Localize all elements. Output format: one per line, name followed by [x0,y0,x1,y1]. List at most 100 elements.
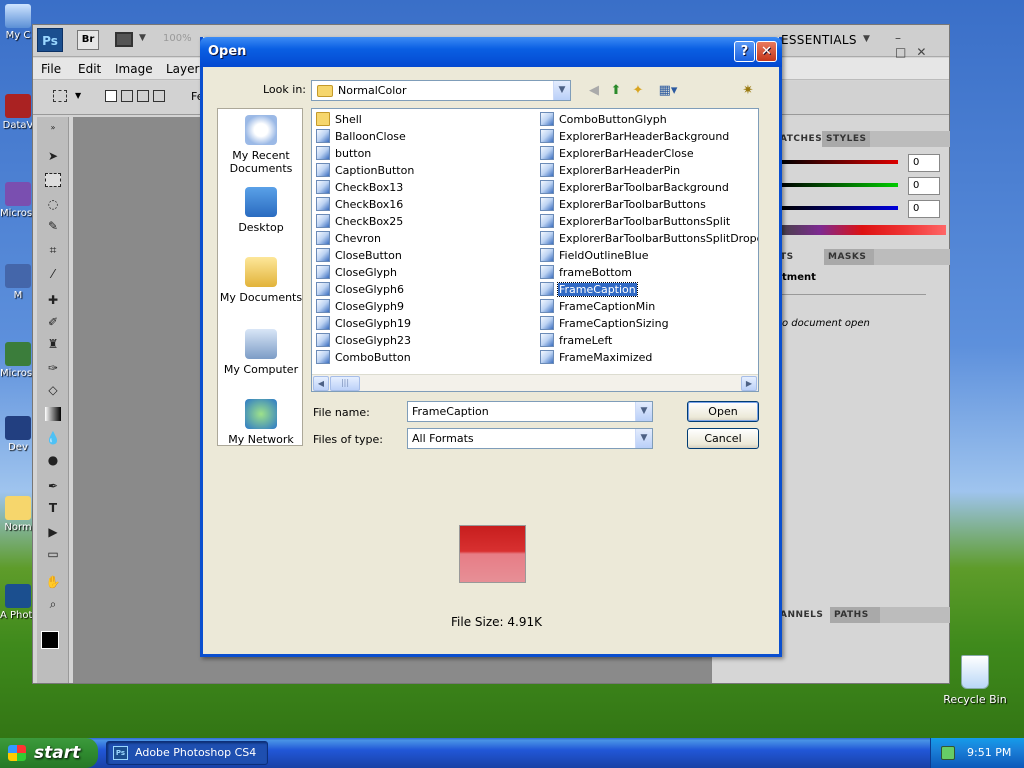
panel-menu-icon[interactable] [874,249,950,265]
file-item[interactable]: CheckBox13 [314,179,415,196]
desktop-icon-m[interactable]: M [0,262,36,322]
tray-icon[interactable] [941,746,955,760]
desktop-icon-norm[interactable]: Norm [0,494,36,554]
place-my-recent-documents[interactable]: My Recent Documents [218,115,304,175]
adobe-dialog-icon[interactable]: ✷ [739,82,757,100]
place-my-computer[interactable]: My Computer [218,329,304,376]
file-item[interactable]: ComboButton [314,349,415,366]
place-desktop[interactable]: Desktop [218,187,304,234]
file-item[interactable]: Shell [314,111,415,128]
panel-menu-icon[interactable] [870,131,950,147]
tab-paths[interactable]: PATHS [830,607,880,623]
stamp-tool-icon[interactable]: ♜ [45,337,61,351]
horizontal-scrollbar[interactable]: ◀ ||| ▶ [312,374,758,391]
chevron-down-icon[interactable]: ▼ [75,91,81,100]
file-item[interactable]: button [314,145,415,162]
gradient-tool-icon[interactable] [45,407,61,421]
desktop-icon-dev[interactable]: Dev [0,414,36,474]
history-brush-icon[interactable]: ✑ [45,361,61,375]
chevron-down-icon[interactable]: ▼ [863,34,870,44]
desktop-icon-microsoft-basic[interactable]: Micros Ba [0,340,36,400]
taskbar-item-photoshop[interactable]: Ps Adobe Photoshop CS4 [106,741,268,765]
add-selection-icon[interactable] [121,90,133,102]
chevron-down-icon[interactable]: ▼ [553,81,570,100]
file-item[interactable]: CloseGlyph9 [314,298,415,315]
desktop-icon-microsoft-cpp[interactable]: Micros C+ [0,180,36,240]
file-item[interactable]: ExplorerBarToolbarButtonsSplitDropdown [538,230,758,247]
menu-file[interactable]: File [41,62,61,76]
view-extras-icon[interactable] [115,32,133,47]
file-item[interactable]: Chevron [314,230,415,247]
open-button[interactable]: Open [687,401,759,422]
file-item[interactable]: CheckBox16 [314,196,415,213]
blue-slider[interactable] [782,206,898,210]
up-folder-icon[interactable]: ⬆ [607,82,625,100]
place-my-network[interactable]: My Network [218,399,304,446]
file-item[interactable]: ExplorerBarHeaderClose [538,145,758,162]
file-list[interactable]: Shell BalloonClose button CaptionButton Chec… [311,108,759,392]
file-item[interactable]: CloseGlyph23 [314,332,415,349]
zoom-tool-icon[interactable]: ⌕ [45,597,61,611]
panel-menu-icon[interactable] [880,607,950,623]
foreground-color-swatch[interactable] [41,631,59,649]
desktop-icon-datav[interactable]: DataV [0,92,36,152]
scroll-right-icon[interactable]: ▶ [741,376,757,391]
file-item[interactable]: CloseButton [314,247,415,264]
lasso-tool-icon[interactable]: ◌ [45,197,61,211]
new-folder-icon[interactable]: ✦ [629,82,647,100]
file-item[interactable]: CloseGlyph19 [314,315,415,332]
file-item[interactable]: CaptionButton [314,162,415,179]
file-item[interactable]: ExplorerBarToolbarButtonsSplit [538,213,758,230]
green-value[interactable]: 0 [908,177,940,195]
tab-channels[interactable]: ANNELS [776,607,830,623]
path-selection-icon[interactable]: ▶ [45,525,61,539]
pen-tool-icon[interactable]: ✒ [45,479,61,493]
workspace-switcher[interactable]: ESSENTIALS [781,33,857,47]
marquee-tool-icon[interactable] [53,90,67,102]
blur-tool-icon[interactable]: 💧 [45,431,61,445]
red-slider[interactable] [782,160,898,164]
files-of-type-dropdown[interactable]: All Formats ▼ [407,428,653,449]
look-in-dropdown[interactable]: NormalColor ▼ [311,80,571,101]
chevron-down-icon[interactable]: ▼ [139,33,146,43]
file-item[interactable]: BalloonClose [314,128,415,145]
eyedropper-icon[interactable]: ⁄ [45,267,61,281]
start-button[interactable]: start [0,738,98,768]
place-my-documents[interactable]: My Documents [218,257,304,304]
file-item[interactable]: ExplorerBarHeaderBackground [538,128,758,145]
tab-swatches[interactable]: ATCHES [776,131,822,147]
blue-value[interactable]: 0 [908,200,940,218]
maximize-icon[interactable]: □ [895,45,916,59]
menu-image[interactable]: Image [115,62,153,76]
red-value[interactable]: 0 [908,154,940,172]
dodge-tool-icon[interactable]: ● [45,453,61,467]
help-button[interactable]: ? [734,41,755,62]
file-item[interactable]: CloseGlyph6 [314,281,415,298]
file-item[interactable]: CloseGlyph [314,264,415,281]
shape-tool-icon[interactable]: ▭ [45,547,61,561]
chevron-down-icon[interactable]: ▼ [635,429,652,448]
brush-tool-icon[interactable]: ✐ [45,315,61,329]
clock[interactable]: 9:51 PM [967,746,1011,759]
file-item[interactable]: ExplorerBarHeaderPin [538,162,758,179]
file-item[interactable]: FrameCaption [538,281,758,298]
tab-adjustments[interactable]: TS [776,249,824,265]
minimize-icon[interactable]: – [895,31,911,45]
quick-selection-icon[interactable]: ✎ [45,219,61,233]
healing-brush-icon[interactable]: ✚ [45,293,61,307]
menu-edit[interactable]: Edit [78,62,101,76]
file-item[interactable]: ComboButtonGlyph [538,111,758,128]
file-item[interactable]: frameLeft [538,332,758,349]
file-item[interactable]: ExplorerBarToolbarButtons [538,196,758,213]
file-item[interactable]: CheckBox25 [314,213,415,230]
desktop-icon-recycle-bin[interactable]: Recycle Bin [940,655,1010,706]
file-name-field[interactable]: FrameCaption ▼ [407,401,653,422]
scroll-thumb[interactable]: ||| [330,376,360,391]
scroll-left-icon[interactable]: ◀ [313,376,329,391]
move-tool-icon[interactable]: ➤ [45,149,61,163]
file-item[interactable]: FrameCaptionSizing [538,315,758,332]
type-tool-icon[interactable]: T [45,501,61,515]
file-item[interactable]: ExplorerBarToolbarBackground [538,179,758,196]
chevron-down-icon[interactable]: ▼ [635,402,652,421]
hand-tool-icon[interactable]: ✋ [45,575,61,589]
